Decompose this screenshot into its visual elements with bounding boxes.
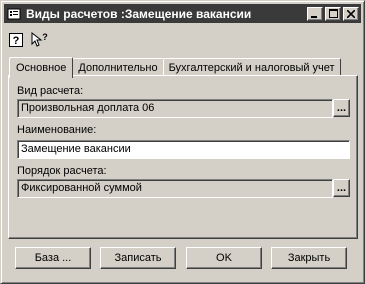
name-input[interactable]: Замещение вакансии [17,140,350,159]
toolbar: ? ? [7,29,49,51]
calc-type-field[interactable]: Произвольная доплата 06 [17,99,333,118]
name-label: Наименование: [17,124,97,136]
whats-this-icon[interactable]: ? [31,31,49,49]
calc-type-label: Вид расчета: [17,85,84,97]
order-field[interactable]: Фиксированной суммой [17,179,333,198]
minimize-icon [311,15,317,18]
svg-text:?: ? [13,35,20,47]
maximize-button[interactable] [325,6,341,21]
app-icon [6,6,22,22]
dialog-window: Виды расчетов :Замещение вакансии ? ? Ос… [0,0,365,284]
close-button[interactable]: Закрыть [271,247,347,269]
close-icon [347,9,355,18]
help-icon[interactable]: ? [7,31,25,49]
base-button[interactable]: База ... [15,247,91,269]
ok-button[interactable]: OK [186,247,262,269]
tab-label: Основное [16,62,67,74]
close-window-button[interactable] [343,6,359,21]
minimize-button[interactable] [307,6,323,21]
window-title: Виды расчетов :Замещение вакансии [26,6,252,21]
tab-label: Бухгалтерский и налоговый учет [168,61,335,74]
order-select-button[interactable]: ... [333,179,350,197]
tab-additional[interactable]: Дополнительно [72,58,164,76]
order-label: Порядок расчета: [17,165,107,177]
svg-text:?: ? [42,32,48,42]
tab-strip: Основное Дополнительно Бухгалтерский и н… [9,56,341,78]
tab-main[interactable]: Основное [9,57,74,78]
calc-type-select-button[interactable]: ... [333,99,350,117]
tab-accounting[interactable]: Бухгалтерский и налоговый учет [162,58,341,76]
save-button[interactable]: Записать [100,247,176,269]
tab-label: Дополнительно [78,61,158,74]
maximize-icon [328,9,338,18]
title-bar[interactable]: Виды расчетов :Замещение вакансии [4,4,361,23]
